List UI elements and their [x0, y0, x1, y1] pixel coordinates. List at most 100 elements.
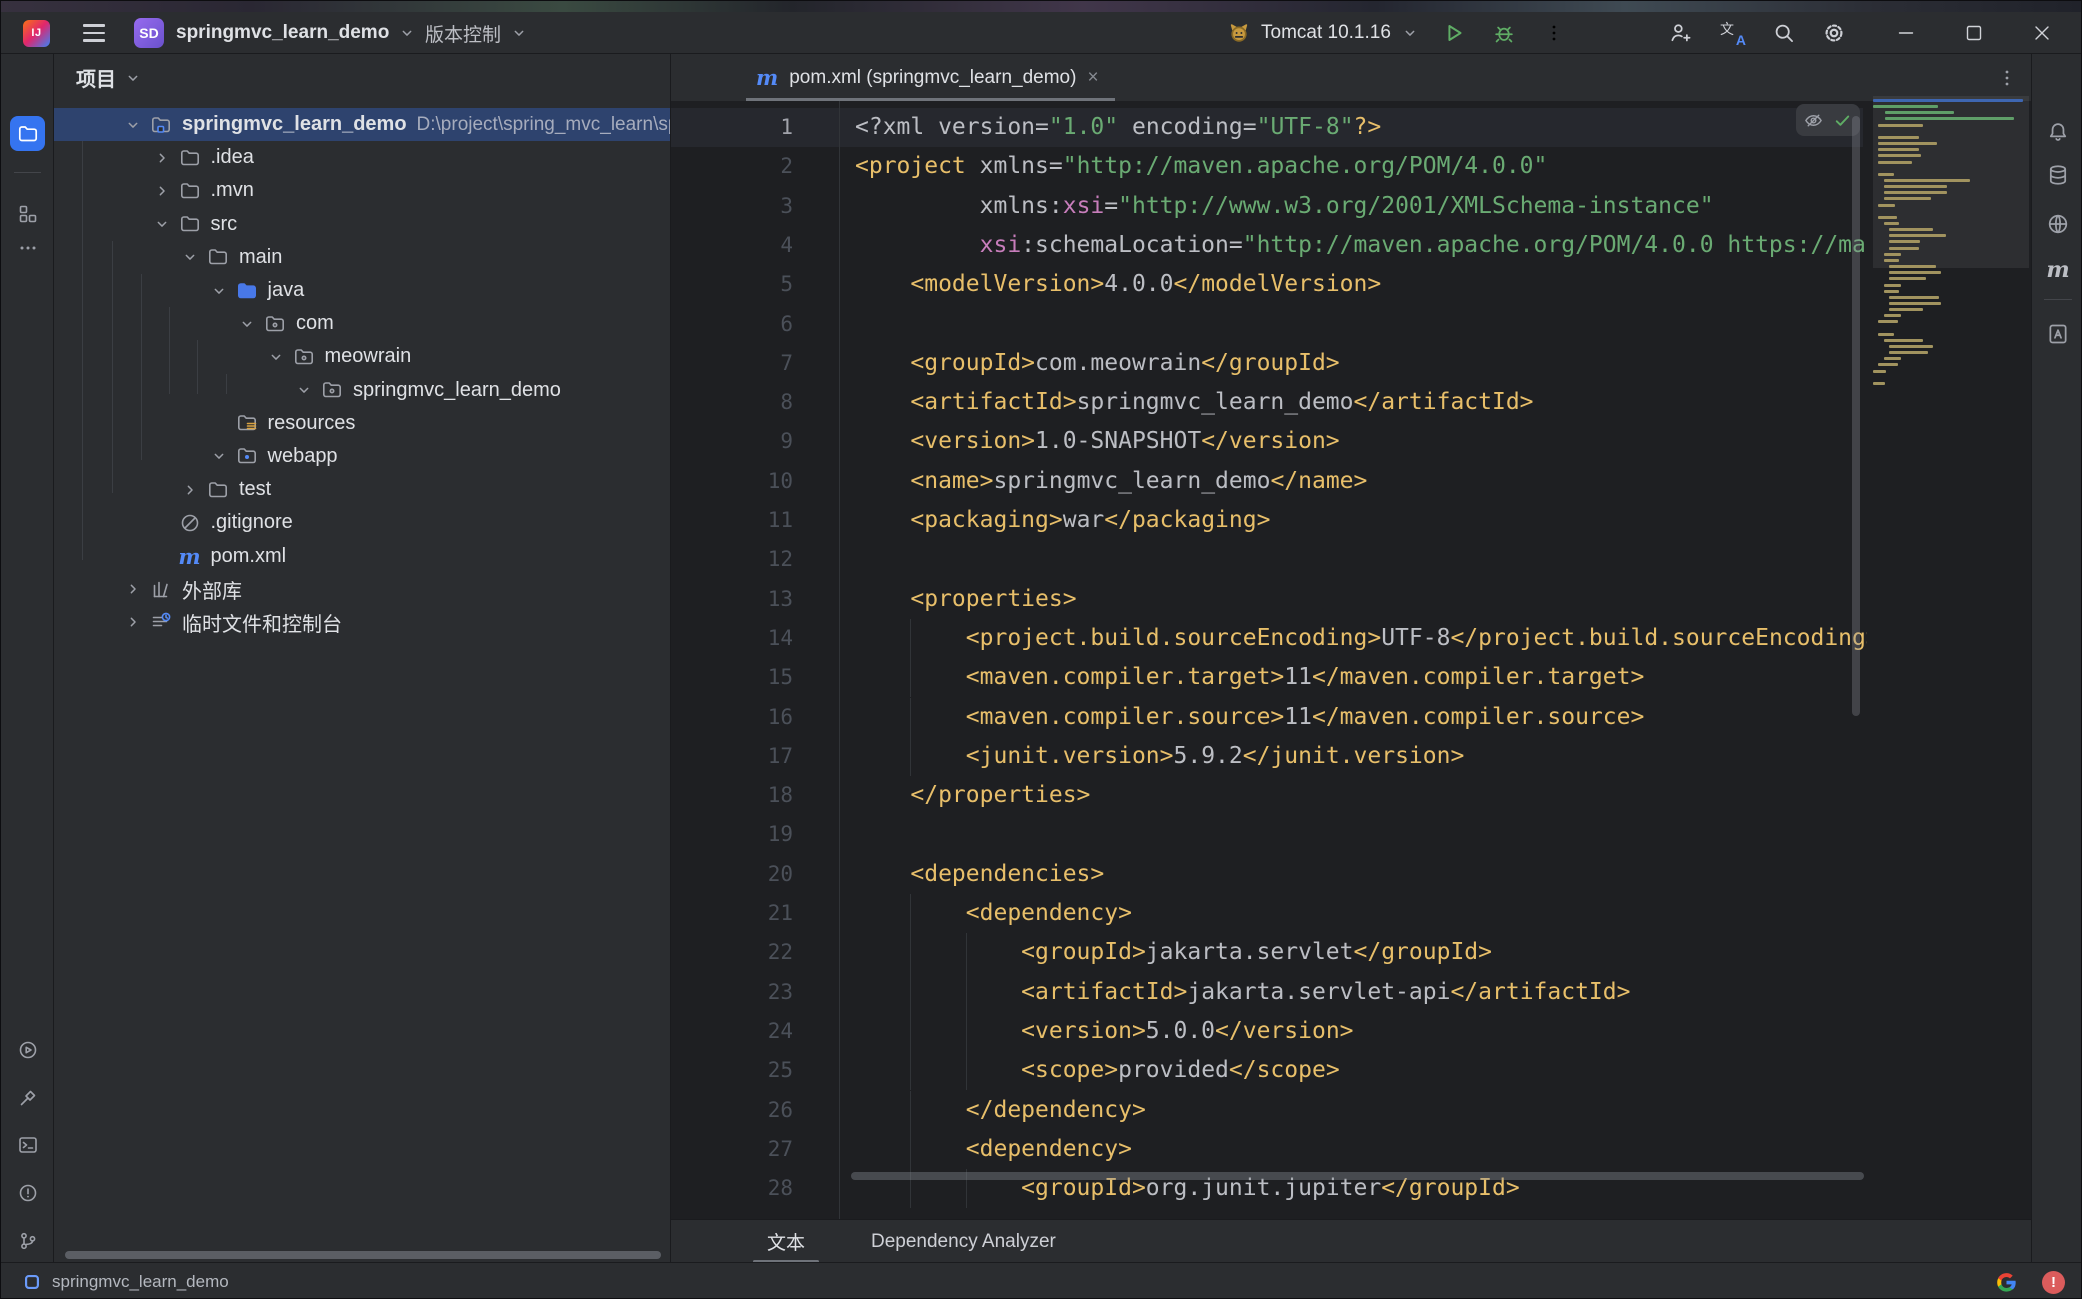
window-minimize-button[interactable] — [1883, 12, 1929, 54]
debug-button[interactable] — [1485, 12, 1523, 54]
tree-row-springmvc_learn_demo[interactable]: springmvc_learn_demo — [54, 374, 670, 407]
chevron-down-icon[interactable] — [179, 246, 201, 268]
chevron-right-icon[interactable] — [179, 479, 201, 501]
build-hammer-icon[interactable] — [10, 1080, 45, 1115]
code-line-17[interactable]: 17 <junit.version>5.9.2</junit.version> — [671, 737, 1867, 776]
folder-icon[interactable] — [10, 116, 45, 151]
chevron-right-icon[interactable] — [122, 611, 144, 633]
chevron-down-icon[interactable] — [236, 313, 258, 335]
editor-hscrollbar[interactable] — [851, 1172, 1864, 1180]
chevron-right-icon[interactable] — [122, 578, 144, 600]
tree-row-.mvn[interactable]: .mvn — [54, 174, 670, 207]
terminal-icon[interactable] — [10, 1127, 45, 1162]
code-line-19[interactable]: 19 — [671, 815, 1867, 854]
tree-row-com[interactable]: com — [54, 307, 670, 340]
code-line-7[interactable]: 7 <groupId>com.meowrain</groupId> — [671, 344, 1867, 383]
chevron-right-icon[interactable] — [151, 147, 173, 169]
tree-row-.gitignore[interactable]: .gitignore — [54, 506, 670, 539]
project-avatar[interactable]: SD — [134, 12, 164, 54]
tree-row-src[interactable]: src — [54, 208, 670, 241]
code-line-9[interactable]: 9 <version>1.0-SNAPSHOT</version> — [671, 422, 1867, 461]
code-line-20[interactable]: 20 <dependencies> — [671, 855, 1867, 894]
code-editor[interactable]: 1<?xml version="1.0" encoding="UTF-8"?>2… — [671, 101, 2031, 1219]
code-line-1[interactable]: 1<?xml version="1.0" encoding="UTF-8"?> — [671, 108, 1867, 147]
tree-row-springmvc_learn_demo[interactable]: springmvc_learn_demoD:\project\spring_mv… — [54, 108, 670, 141]
inspections-widget[interactable] — [1796, 104, 1860, 136]
vcs-widget[interactable]: 版本控制 — [425, 12, 528, 54]
code-with-me-button[interactable] — [1661, 12, 1699, 54]
dictionary-book-icon[interactable] — [2045, 321, 2071, 347]
code-line-15[interactable]: 15 <maven.compiler.target>11</maven.comp… — [671, 658, 1867, 697]
code-line-18[interactable]: 18 </properties> — [671, 776, 1867, 815]
notification-badge[interactable]: ! — [2042, 1271, 2065, 1294]
code-line-14[interactable]: 14 <project.build.sourceEncoding>UTF-8</… — [671, 619, 1867, 658]
bell-icon[interactable] — [2045, 119, 2071, 145]
globe-icon[interactable] — [2045, 211, 2071, 237]
structure-icon[interactable] — [10, 196, 45, 231]
window-close-button[interactable] — [2019, 12, 2065, 54]
google-translate-engine-icon[interactable] — [1995, 1271, 2018, 1294]
code-line-5[interactable]: 5 <modelVersion>4.0.0</modelVersion> — [671, 265, 1867, 304]
tree-row-test[interactable]: test — [54, 473, 670, 506]
more-actions-button[interactable] — [1535, 12, 1573, 54]
chevron-down-icon[interactable] — [208, 445, 230, 467]
chevron-down-icon[interactable] — [151, 213, 173, 235]
app-logo-icon[interactable]: IJ — [23, 12, 50, 54]
code-line-3[interactable]: 3 xmlns:xsi="http://www.w3.org/2001/XMLS… — [671, 187, 1867, 226]
main-menu-button[interactable] — [83, 12, 105, 54]
tree-row-.idea[interactable]: .idea — [54, 141, 670, 174]
git-branch-icon[interactable] — [10, 1223, 45, 1258]
translate-button[interactable]: 文A — [1713, 12, 1751, 54]
database-icon[interactable] — [2045, 162, 2071, 188]
editor-tab-pom-xml[interactable]: m pom.xml (springmvc_learn_demo) × — [746, 54, 1115, 101]
bottom-tab-text[interactable]: 文本 — [767, 1220, 805, 1263]
editor-options-button[interactable] — [1993, 54, 2021, 101]
project-tree-hscrollbar[interactable] — [65, 1251, 661, 1259]
window-maximize-button[interactable] — [1951, 12, 1997, 54]
search-everywhere-button[interactable] — [1765, 12, 1803, 54]
project-switcher[interactable]: springmvc_learn_demo — [176, 12, 416, 54]
tab-close-icon[interactable]: × — [1087, 67, 1098, 89]
code-line-24[interactable]: 24 <version>5.0.0</version> — [671, 1012, 1867, 1051]
code-line-12[interactable]: 12 — [671, 540, 1867, 579]
tree-row-webapp[interactable]: webapp — [54, 440, 670, 473]
code-line-2[interactable]: 2<project xmlns="http://maven.apache.org… — [671, 147, 1867, 186]
code-line-8[interactable]: 8 <artifactId>springmvc_learn_demo</arti… — [671, 383, 1867, 422]
code-line-11[interactable]: 11 <packaging>war</packaging> — [671, 501, 1867, 540]
code-line-10[interactable]: 10 <name>springmvc_learn_demo</name> — [671, 462, 1867, 501]
tree-row-[interactable]: 外部库 — [54, 573, 670, 606]
tree-row-java[interactable]: java — [54, 274, 670, 307]
status-project-widget[interactable]: springmvc_learn_demo — [22, 1263, 229, 1299]
code-line-4[interactable]: 4 xsi:schemaLocation="http://maven.apach… — [671, 226, 1867, 265]
code-line-22[interactable]: 22 <groupId>jakarta.servlet</groupId> — [671, 933, 1867, 972]
code-line-21[interactable]: 21 <dependency> — [671, 894, 1867, 933]
chevron-down-icon[interactable] — [208, 280, 230, 302]
tree-row-meowrain[interactable]: meowrain — [54, 340, 670, 373]
editor-vscrollbar[interactable] — [1852, 116, 1860, 716]
chevron-right-icon[interactable] — [151, 180, 173, 202]
chevron-down-icon[interactable] — [293, 379, 315, 401]
tree-row-resources[interactable]: resources — [54, 407, 670, 440]
run-configuration-selector[interactable]: Tomcat 10.1.16 — [1227, 12, 1419, 54]
services-play-icon[interactable] — [10, 1032, 45, 1067]
code-line-6[interactable]: 6 — [671, 305, 1867, 344]
chevron-down-icon[interactable] — [122, 114, 144, 136]
code-line-25[interactable]: 25 <scope>provided</scope> — [671, 1051, 1867, 1090]
tree-row-[interactable]: 临时文件和控制台 — [54, 606, 670, 639]
more-horizontal-icon[interactable] — [10, 230, 45, 265]
tree-row-main[interactable]: main — [54, 241, 670, 274]
problems-icon[interactable] — [10, 1175, 45, 1210]
code-line-13[interactable]: 13 <properties> — [671, 580, 1867, 619]
chevron-down-icon[interactable] — [265, 346, 287, 368]
bottom-tab-dependency-analyzer[interactable]: Dependency Analyzer — [871, 1220, 1056, 1263]
code-line-27[interactable]: 27 <dependency> — [671, 1130, 1867, 1169]
project-view-selector[interactable]: 项目 — [76, 54, 142, 101]
code-line-26[interactable]: 26 </dependency> — [671, 1091, 1867, 1130]
maven-m-icon[interactable]: m — [2045, 257, 2071, 283]
editor-minimap[interactable] — [1873, 96, 2029, 416]
run-button[interactable] — [1435, 12, 1473, 54]
code-line-23[interactable]: 23 <artifactId>jakarta.servlet-api</arti… — [671, 973, 1867, 1012]
tree-row-pom.xml[interactable]: mpom.xml — [54, 539, 670, 572]
settings-button[interactable] — [1815, 12, 1853, 54]
code-line-16[interactable]: 16 <maven.compiler.source>11</maven.comp… — [671, 698, 1867, 737]
